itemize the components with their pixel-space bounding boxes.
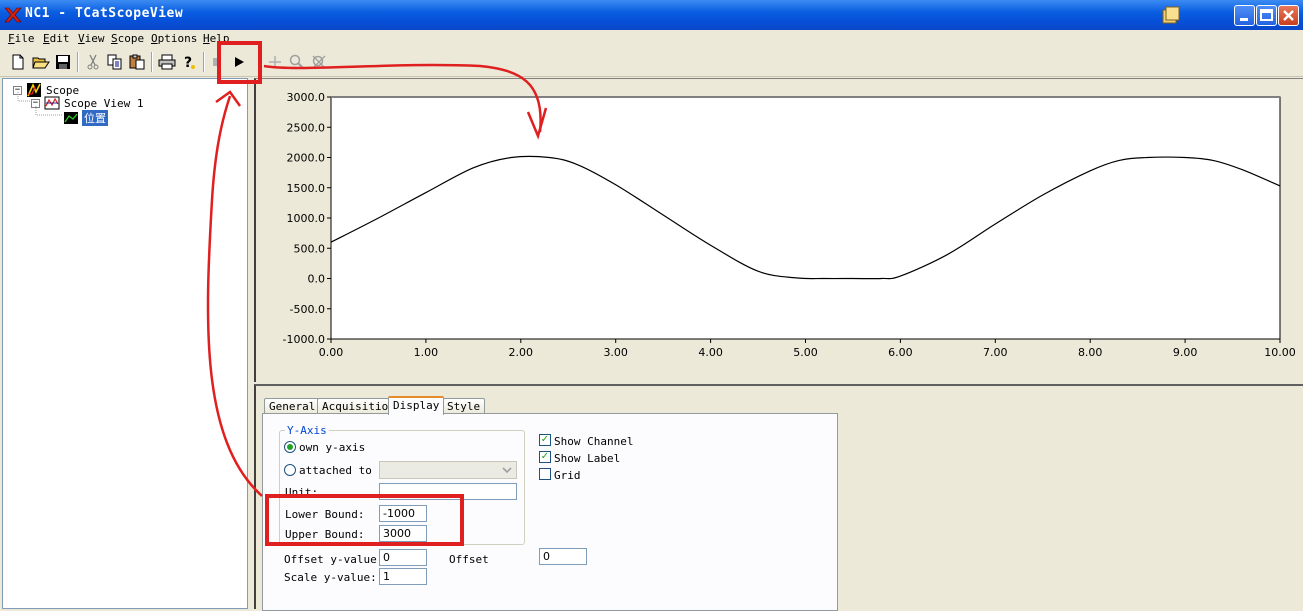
menu-scope[interactable]: Scope [111,32,144,45]
y-tick-label: 500.0 [294,242,326,255]
scale-y-label: Scale y-value: [284,571,377,584]
tree-label-scope-view: Scope View 1 [64,96,144,110]
y-tick-label: 0.0 [308,273,326,286]
own-axis-label: own y-axis [299,441,366,454]
cut-icon [87,54,99,70]
y-axis-group-title: Y-Axis [285,424,329,437]
tree-lines [17,92,63,116]
menu-bar: File Edit View Scope Options Help [0,30,1303,48]
show-label-checkbox[interactable]: ✓ [539,451,551,463]
attached-to-label: attached to [299,464,372,477]
copy-icon [107,54,122,70]
x-tick-label: 7.00 [983,346,1008,359]
tab-style[interactable]: Style [442,398,486,414]
menu-view[interactable]: View [78,32,105,45]
offset-label: Offset [449,553,489,566]
zoom-icon [289,54,304,69]
crosshair-button[interactable] [265,52,285,72]
maximize-button[interactable] [1256,5,1277,26]
y-tick-label: 2000.0 [287,152,326,165]
y-tick-label: 1000.0 [287,212,326,225]
scale-y-input[interactable]: 1 [379,568,427,585]
y-tick-label: -500.0 [290,303,325,316]
x-tick-label: 3.00 [603,346,628,359]
attached-to-select[interactable] [379,461,517,479]
x-tick-label: 5.00 [793,346,818,359]
show-label-label: Show Label [554,452,621,465]
y-tick-label: 3000.0 [287,91,326,104]
x-tick-label: 0.00 [319,346,344,359]
svg-text:?: ? [184,55,192,70]
toolbar: ? [0,48,1303,77]
annotation-bounds-highlight [265,494,464,546]
x-tick-label: 6.00 [888,346,913,359]
menu-edit[interactable]: Edit [43,32,70,45]
show-channel-checkbox[interactable]: ✓ [539,434,551,446]
menu-file[interactable]: File [8,32,35,45]
cut-button[interactable] [83,52,103,72]
paste-button[interactable] [127,52,147,72]
zoom-button[interactable] [287,52,307,72]
copy-button[interactable] [105,52,125,72]
grid-label: Grid [554,469,581,482]
offset-y-input[interactable]: 0 [379,549,427,566]
attached-to-radio[interactable] [284,464,296,476]
chevron-down-icon [502,467,512,474]
x-tick-label: 1.00 [414,346,439,359]
x-tick-label: 2.00 [509,346,534,359]
scope-chart[interactable]: 3000.0 2500.0 2000.0 1500.0 1000.0 500.0 0.0 -5… [254,78,1303,382]
app-logo-icon [4,7,22,23]
open-icon [32,57,50,69]
offset-y-label: Offset y-value: [284,553,384,566]
help-icon: ? [184,55,195,70]
zoom-reset-button[interactable] [309,52,329,72]
close-button[interactable] [1278,5,1299,26]
x-tick-label: 8.00 [1078,346,1103,359]
minimize-button[interactable] [1234,5,1255,26]
scope-tree[interactable]: − Scope − Scope View 1 位置 [2,78,248,609]
chart-canvas: 3000.0 2500.0 2000.0 1500.0 1000.0 500.0 0.0 -5… [283,91,1296,359]
close-icon [1283,10,1294,21]
document-icon [1162,6,1180,24]
paste-icon [129,54,145,70]
show-channel-label: Show Channel [554,435,634,448]
y-tick-label: 2500.0 [287,121,326,134]
annotation-start-highlight [217,41,262,84]
x-tick-label: 4.00 [698,346,723,359]
save-icon [56,55,70,69]
tree-label-channel: 位置 [82,110,108,126]
print-button[interactable] [157,52,177,72]
open-button[interactable] [31,52,51,72]
tab-display[interactable]: Display [388,396,445,415]
zoom-reset-icon [312,55,326,69]
new-button[interactable] [8,52,28,72]
tab-general[interactable]: General [264,398,321,414]
title-bar[interactable]: NC1 - TCatScopeView [0,0,1303,30]
own-axis-radio[interactable] [284,441,296,453]
menu-options[interactable]: Options [151,32,197,45]
minimize-icon [1240,18,1248,21]
help-button[interactable]: ? [179,52,199,72]
print-icon [158,54,176,70]
x-tick-label: 9.00 [1173,346,1198,359]
new-icon [12,54,24,70]
save-button[interactable] [53,52,73,72]
plot-area [330,96,1281,340]
x-tick-label: 10.00 [1264,346,1296,359]
y-tick-label: 1500.0 [287,182,326,195]
crosshair-icon [269,56,281,68]
window-title: NC1 - TCatScopeView [25,6,184,21]
offset-input[interactable]: 0 [539,548,587,565]
maximize-icon [1260,9,1273,21]
y-tick-label: -1000.0 [283,333,325,346]
grid-checkbox[interactable] [539,468,551,480]
